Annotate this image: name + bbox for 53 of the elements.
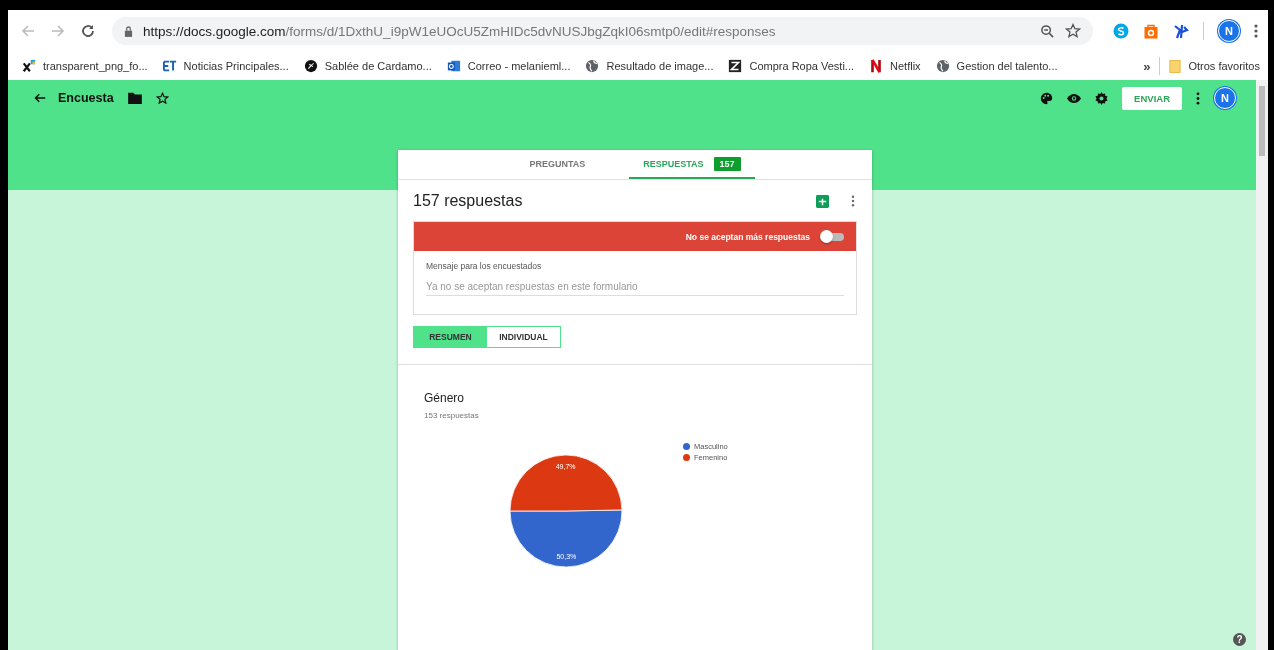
address-bar[interactable]: https://docs.google.com/forms/d/1DxthU_i9pW1eUOcU5ZmHIDc5dvNUSJbgZqkI06smtp0/edit#responses bbox=[112, 17, 1093, 45]
menu-icon[interactable] bbox=[1254, 23, 1258, 39]
url-text: https://docs.google.com/forms/d/1DxthU_i9pW1eUOcU5ZmHIDc5dvNUSJbgZqkI06smtp0/edit#responses bbox=[143, 23, 776, 39]
responses-title: 157 respuestas bbox=[413, 192, 523, 210]
bookmark[interactable]: Netflix bbox=[869, 59, 921, 73]
toggle-switch[interactable] bbox=[822, 232, 844, 241]
globe-icon bbox=[935, 59, 950, 73]
bookmark[interactable]: Compra Ropa Vesti... bbox=[728, 59, 855, 73]
favicon-icon bbox=[728, 59, 743, 73]
star-icon[interactable] bbox=[155, 91, 169, 105]
account-avatar[interactable]: N bbox=[1214, 87, 1236, 109]
star-icon[interactable] bbox=[1065, 23, 1081, 39]
bookmark[interactable]: Correo - melanieml... bbox=[446, 59, 571, 73]
profile-avatar[interactable]: N bbox=[1218, 20, 1240, 42]
favicon-icon bbox=[446, 59, 461, 73]
bookmark[interactable]: Noticias Principales... bbox=[162, 59, 289, 73]
favicon-icon bbox=[22, 59, 36, 73]
lock-icon bbox=[124, 25, 133, 37]
help-button[interactable]: ? bbox=[1233, 633, 1246, 646]
eye-icon[interactable] bbox=[1067, 92, 1082, 104]
favicon-icon bbox=[869, 59, 884, 73]
skype-icon[interactable] bbox=[1113, 23, 1129, 39]
count-badge: 157 bbox=[713, 156, 741, 171]
globe-icon bbox=[585, 59, 600, 73]
palette-icon[interactable] bbox=[1040, 91, 1054, 105]
settings-icon[interactable] bbox=[1095, 91, 1109, 105]
tab[interactable]: RESPUESTAS 157 bbox=[629, 150, 755, 179]
scrollbar[interactable] bbox=[1256, 80, 1268, 650]
favicon-icon bbox=[162, 59, 177, 73]
field-label: Mensaje para los encuestados bbox=[426, 261, 543, 271]
shopping-bag-icon[interactable] bbox=[1143, 23, 1159, 39]
bookmark[interactable]: transparent_png_fo... bbox=[22, 59, 148, 73]
tab[interactable]: PREGUNTAS bbox=[515, 150, 600, 179]
bookmark[interactable]: Gestion del talento... bbox=[935, 59, 1058, 73]
response-count: 153 respuestas bbox=[424, 411, 480, 420]
bookmark-folder[interactable]: Otros favoritos bbox=[1169, 58, 1260, 74]
spreadsheet-icon[interactable] bbox=[816, 194, 829, 208]
reload-icon[interactable] bbox=[80, 23, 96, 39]
folder-icon bbox=[1169, 58, 1182, 74]
more-icon[interactable] bbox=[1196, 91, 1200, 105]
form-title[interactable]: Encuesta bbox=[58, 91, 114, 105]
banner-text: No se aceptan más respuestas bbox=[685, 231, 810, 242]
favicon-icon bbox=[303, 59, 318, 73]
back-arrow-icon[interactable] bbox=[34, 92, 46, 104]
question-title: Género bbox=[424, 391, 466, 405]
folder-icon[interactable] bbox=[127, 92, 142, 104]
more-icon[interactable] bbox=[851, 195, 855, 207]
view-tab[interactable]: RESUMEN bbox=[414, 327, 487, 347]
bookmark[interactable]: Sablée de Cardamo... bbox=[303, 59, 432, 73]
more-bookmarks-button[interactable]: » bbox=[1143, 58, 1151, 74]
extension-icon[interactable] bbox=[1173, 23, 1189, 39]
zoom-icon[interactable] bbox=[1040, 23, 1055, 39]
bookmark[interactable]: Resultado de image... bbox=[585, 59, 714, 73]
